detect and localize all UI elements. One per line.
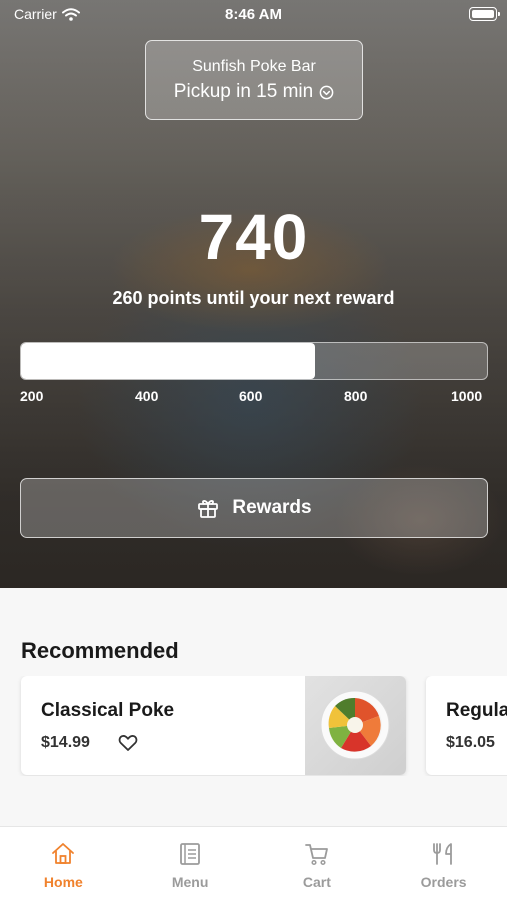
recommended-item-card[interactable]: Classical Poke $14.99 [21,676,406,775]
item-price: $16.05 [446,734,495,751]
hero-background-image: Carrier 8:46 AM Sunfish Poke Bar Pickup … [0,0,507,588]
progress-tick: 400 [135,388,159,404]
tab-home[interactable]: Home [0,827,127,900]
cart-icon [304,844,328,866]
gift-icon [198,500,219,518]
points-caption: 260 points until your next reward [112,288,395,308]
recommended-item-card[interactable]: Regular Poke $16.05 [426,676,507,775]
rewards-button-label: Rewards [232,497,312,518]
rewards-progress-bar [20,342,488,380]
progress-tick: 1000 [451,388,483,404]
item-name: Classical Poke [41,700,175,721]
tab-cart[interactable]: Cart [254,827,381,900]
recommended-carousel[interactable]: Classical Poke $14.99 Regular Poke $16.0… [0,676,507,776]
tab-label: Home [43,874,83,890]
tab-menu[interactable]: Menu [127,827,254,900]
progress-scale: 200 400 600 800 1000 [20,388,488,404]
progress-tick: 600 [239,388,263,404]
status-time: 8:46 AM [225,6,282,23]
rewards-button[interactable]: Rewards [20,478,488,538]
poke-bowl-image [305,676,406,775]
status-bar: Carrier 8:46 AM [0,0,507,28]
store-name: Sunfish Poke Bar [192,58,316,75]
tab-label: Orders [420,874,467,890]
tab-orders[interactable]: Orders [380,827,507,900]
menu-icon [180,843,201,865]
progress-tick: 200 [20,388,44,404]
chevron-down-circle-icon [319,85,334,99]
tab-label: Cart [302,874,331,890]
home-icon [52,843,75,864]
pickup-time: Pickup in 15 min [146,81,362,103]
item-price: $14.99 [41,734,90,751]
progress-tick: 800 [344,388,368,404]
heart-icon[interactable] [118,734,138,752]
location-selector[interactable]: Sunfish Poke Bar Pickup in 15 min [145,40,363,120]
rewards-progress-fill [21,343,315,379]
pickup-time-label: Pickup in 15 min [173,81,314,102]
recommended-heading: Recommended [21,638,179,663]
item-name: Regular Poke [446,700,507,721]
orders-icon [432,843,452,865]
points-value: 740 [198,201,309,273]
tab-label: Menu [171,874,209,890]
battery-icon [469,7,500,21]
bottom-tab-bar: Home Menu Cart Orders [0,826,507,900]
